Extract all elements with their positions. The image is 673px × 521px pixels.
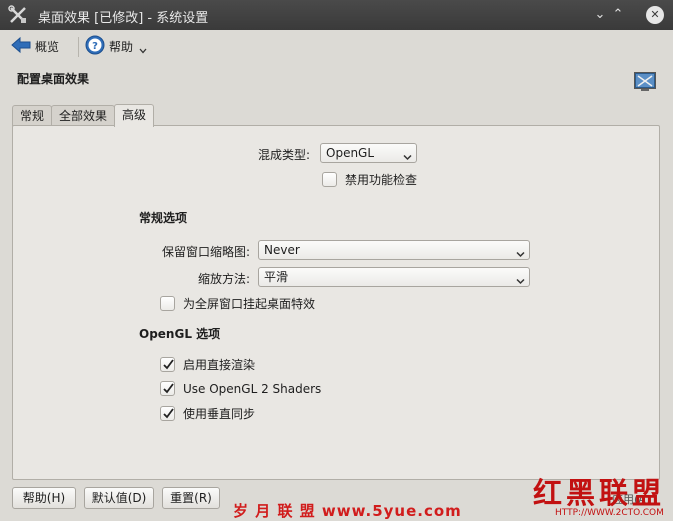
disable-checks-checkbox-row[interactable]: 禁用功能检查	[322, 171, 417, 188]
compositing-type-value: OpenGL	[326, 146, 375, 160]
help-label: 帮助	[109, 39, 134, 54]
close-button[interactable]: ✕	[646, 6, 664, 24]
opengl2-shaders-checkbox[interactable]	[160, 381, 175, 396]
direct-rendering-checkbox-row[interactable]: 启用直接渲染	[160, 356, 255, 373]
watermark-right: 红黑联盟	[533, 476, 666, 510]
suspend-effects-checkbox[interactable]	[160, 296, 175, 311]
opengl-options-heading: OpenGL 选项	[139, 327, 221, 341]
svg-text:?: ?	[92, 41, 98, 52]
window-thumbnails-select[interactable]: Never	[258, 240, 530, 260]
vsync-checkbox[interactable]	[160, 406, 175, 421]
chevron-down-icon	[403, 149, 412, 161]
direct-rendering-checkbox[interactable]	[160, 357, 175, 372]
window-thumbnails-value: Never	[264, 243, 300, 257]
direct-rendering-label: 启用直接渲染	[183, 358, 256, 372]
check-icon	[163, 383, 174, 394]
desktop-effects-icon	[634, 72, 656, 92]
tools-icon	[8, 5, 28, 25]
overview-button[interactable]: 概览	[11, 34, 59, 58]
chevron-down-icon	[516, 246, 525, 258]
vsync-label: 使用垂直同步	[183, 407, 256, 421]
defaults-button[interactable]: 默认值(D)	[84, 487, 154, 509]
scale-method-value: 平滑	[264, 270, 289, 284]
check-icon	[163, 359, 174, 370]
watermark-left: 岁 月 联 盟 www.5yue.com	[233, 502, 462, 520]
chevron-down-icon	[516, 273, 525, 285]
maximize-button[interactable]: ⌃	[608, 5, 628, 25]
toolbar: 概览 ? 帮助	[0, 30, 673, 62]
check-icon	[163, 408, 174, 419]
help-button[interactable]: 帮助(H)	[12, 487, 76, 509]
toolbar-separator	[78, 37, 79, 57]
opengl2-shaders-label: Use OpenGL 2 Shaders	[183, 381, 322, 396]
help-menu-button[interactable]: ? 帮助	[85, 34, 147, 58]
disable-checks-label: 禁用功能检查	[345, 173, 418, 187]
opengl2-shaders-checkbox-row[interactable]: Use OpenGL 2 Shaders	[160, 381, 321, 396]
overview-label: 概览	[35, 39, 60, 54]
compositing-type-label: 混成类型:	[257, 148, 310, 162]
help-icon: ?	[85, 35, 105, 58]
window-title: 桌面效果 [已修改] - 系统设置	[38, 11, 209, 26]
arrow-left-icon	[11, 36, 31, 57]
compositing-type-select[interactable]: OpenGL	[320, 143, 417, 163]
title-bar: 桌面效果 [已修改] - 系统设置 ⌄ ⌃ ✕	[0, 0, 673, 30]
tab-bar: 常规 全部效果 高级	[12, 104, 155, 127]
vsync-checkbox-row[interactable]: 使用垂直同步	[160, 405, 255, 422]
scale-method-label: 缩放方法:	[197, 272, 250, 286]
chevron-down-icon	[139, 43, 147, 57]
page-title: 配置桌面效果	[17, 72, 90, 86]
reset-button[interactable]: 重置(R)	[162, 487, 220, 509]
minimize-button[interactable]: ⌄	[590, 5, 610, 25]
suspend-effects-checkbox-row[interactable]: 为全屏窗口挂起桌面特效	[160, 295, 315, 312]
watermark-url: HTTP://WWW.2CTO.COM	[555, 508, 664, 518]
tab-advanced[interactable]: 高级	[114, 104, 155, 127]
tab-general[interactable]: 常规	[12, 105, 53, 126]
tab-all-effects[interactable]: 全部效果	[51, 105, 116, 126]
window-thumbnails-label: 保留窗口缩略图:	[161, 245, 250, 259]
disable-checks-checkbox[interactable]	[322, 172, 337, 187]
suspend-effects-label: 为全屏窗口挂起桌面特效	[183, 297, 316, 311]
scale-method-select[interactable]: 平滑	[258, 267, 530, 287]
general-options-heading: 常规选项	[139, 211, 188, 225]
